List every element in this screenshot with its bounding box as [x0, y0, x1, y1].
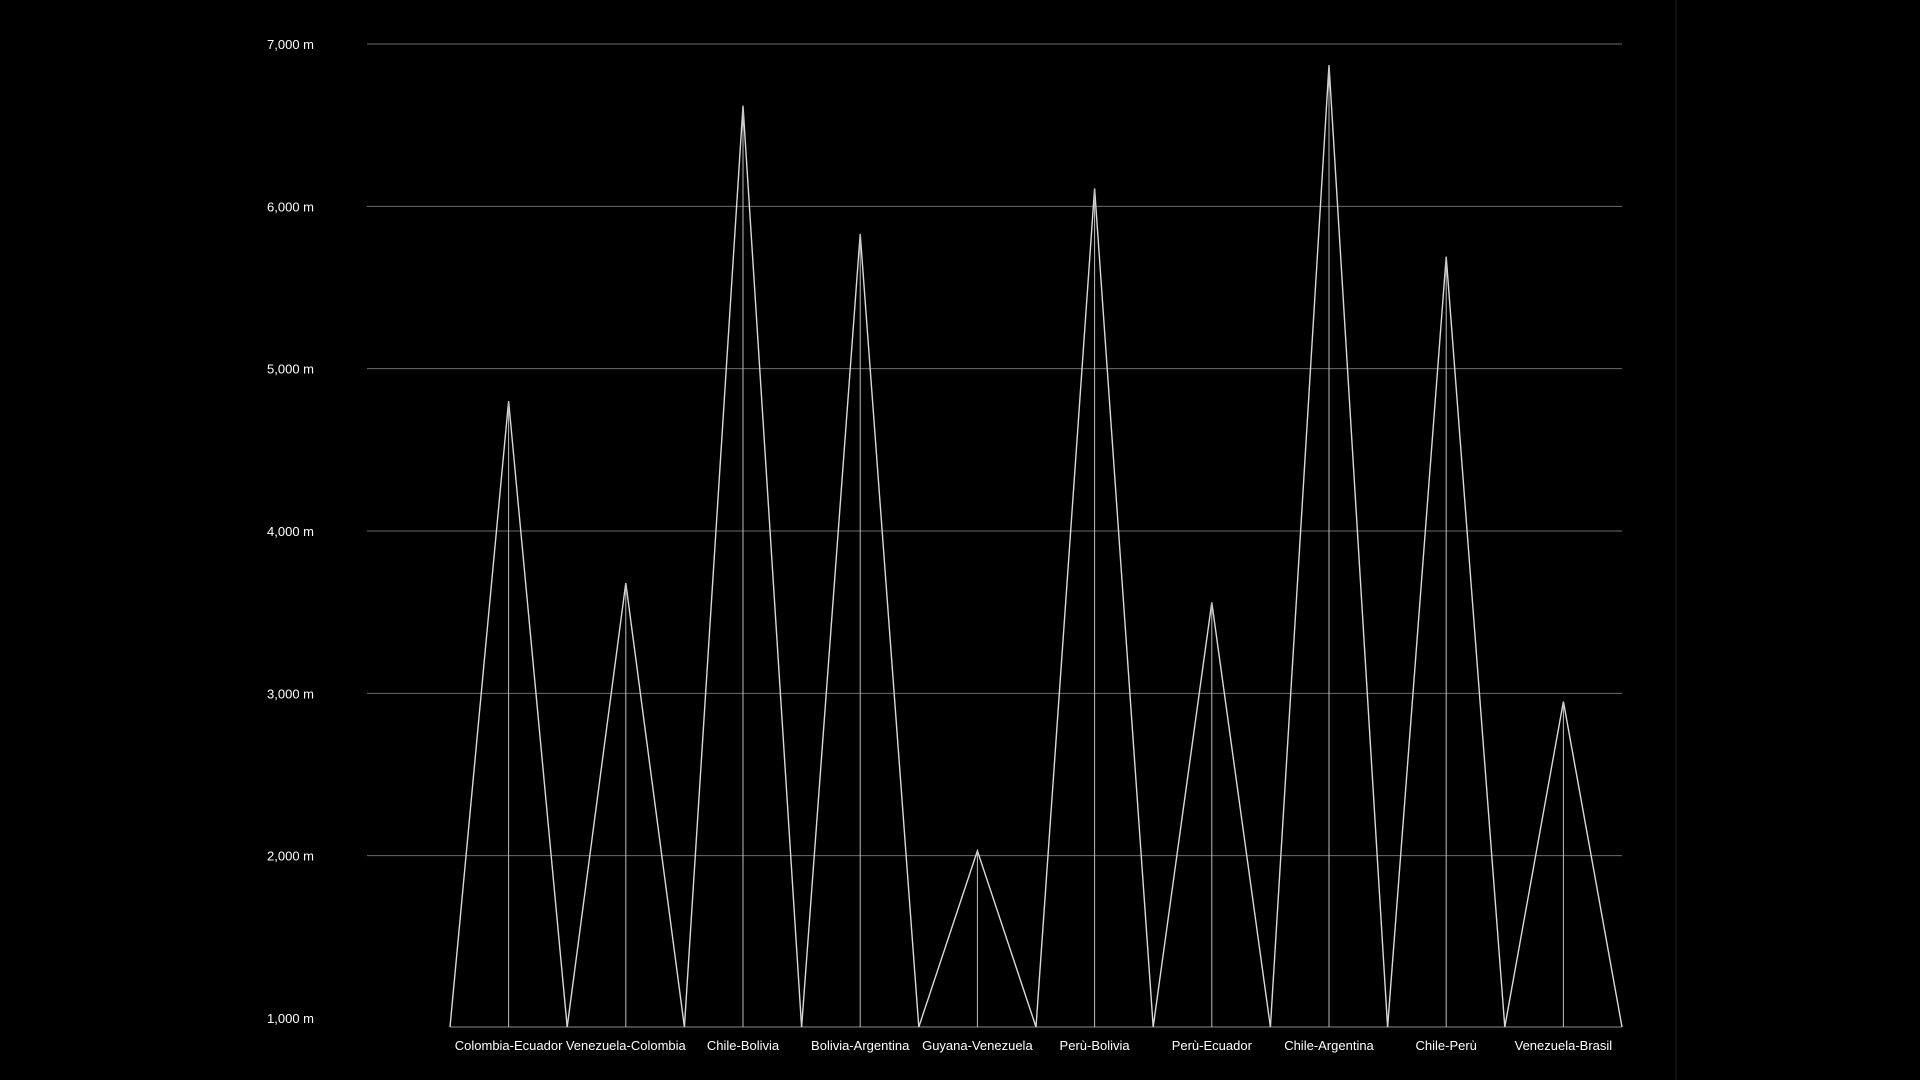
peak	[1035, 188, 1154, 1028]
category-label: Chile-Argentina	[1284, 1038, 1374, 1053]
category-label: Venezuela-Brasil	[1515, 1038, 1613, 1053]
y-tick-label: 1,000 m	[267, 1011, 314, 1026]
y-tick-label: 4,000 m	[267, 524, 314, 539]
peak	[566, 582, 686, 1028]
y-tick-label: 2,000 m	[267, 849, 314, 864]
y-axis: 1,000 m 2,000 m 3,000 m 4,000 m 5,000 m 6,000…	[267, 37, 314, 1026]
peaks-layer	[449, 65, 1623, 1028]
category-label: Venezuela-Colombia	[566, 1038, 687, 1053]
y-tick-label: 7,000 m	[267, 37, 314, 52]
chart-svg: 1,000 m 2,000 m 3,000 m 4,000 m 5,000 m 6,000…	[267, 0, 1677, 1080]
peak	[1504, 701, 1623, 1028]
x-axis: Colombia-Ecuador Venezuela-Colombia Chile-…	[455, 1038, 1613, 1053]
y-tick-label: 5,000 m	[267, 362, 314, 377]
peak	[1386, 256, 1506, 1028]
chart: 1,000 m 2,000 m 3,000 m 4,000 m 5,000 m 6,000…	[0, 0, 1920, 1080]
peak	[918, 848, 1037, 1028]
y-tick-label: 3,000 m	[267, 686, 314, 701]
category-label: Perù-Ecuador	[1172, 1038, 1253, 1053]
y-tick-label: 6,000 m	[267, 199, 314, 214]
category-label: Colombia-Ecuador	[455, 1038, 563, 1053]
peak	[1269, 65, 1389, 1028]
grid-layer	[367, 43, 1622, 1028]
category-label: Perù-Bolivia	[1060, 1038, 1131, 1053]
category-label: Bolivia-Argentina	[811, 1038, 910, 1053]
peak	[1152, 602, 1272, 1028]
category-label: Guyana-Venezuela	[922, 1038, 1033, 1053]
peak	[449, 401, 568, 1028]
peak	[683, 105, 803, 1028]
category-label: Chile-Bolivia	[707, 1038, 780, 1053]
peak	[800, 233, 920, 1028]
category-label: Chile-Perù	[1415, 1038, 1476, 1053]
